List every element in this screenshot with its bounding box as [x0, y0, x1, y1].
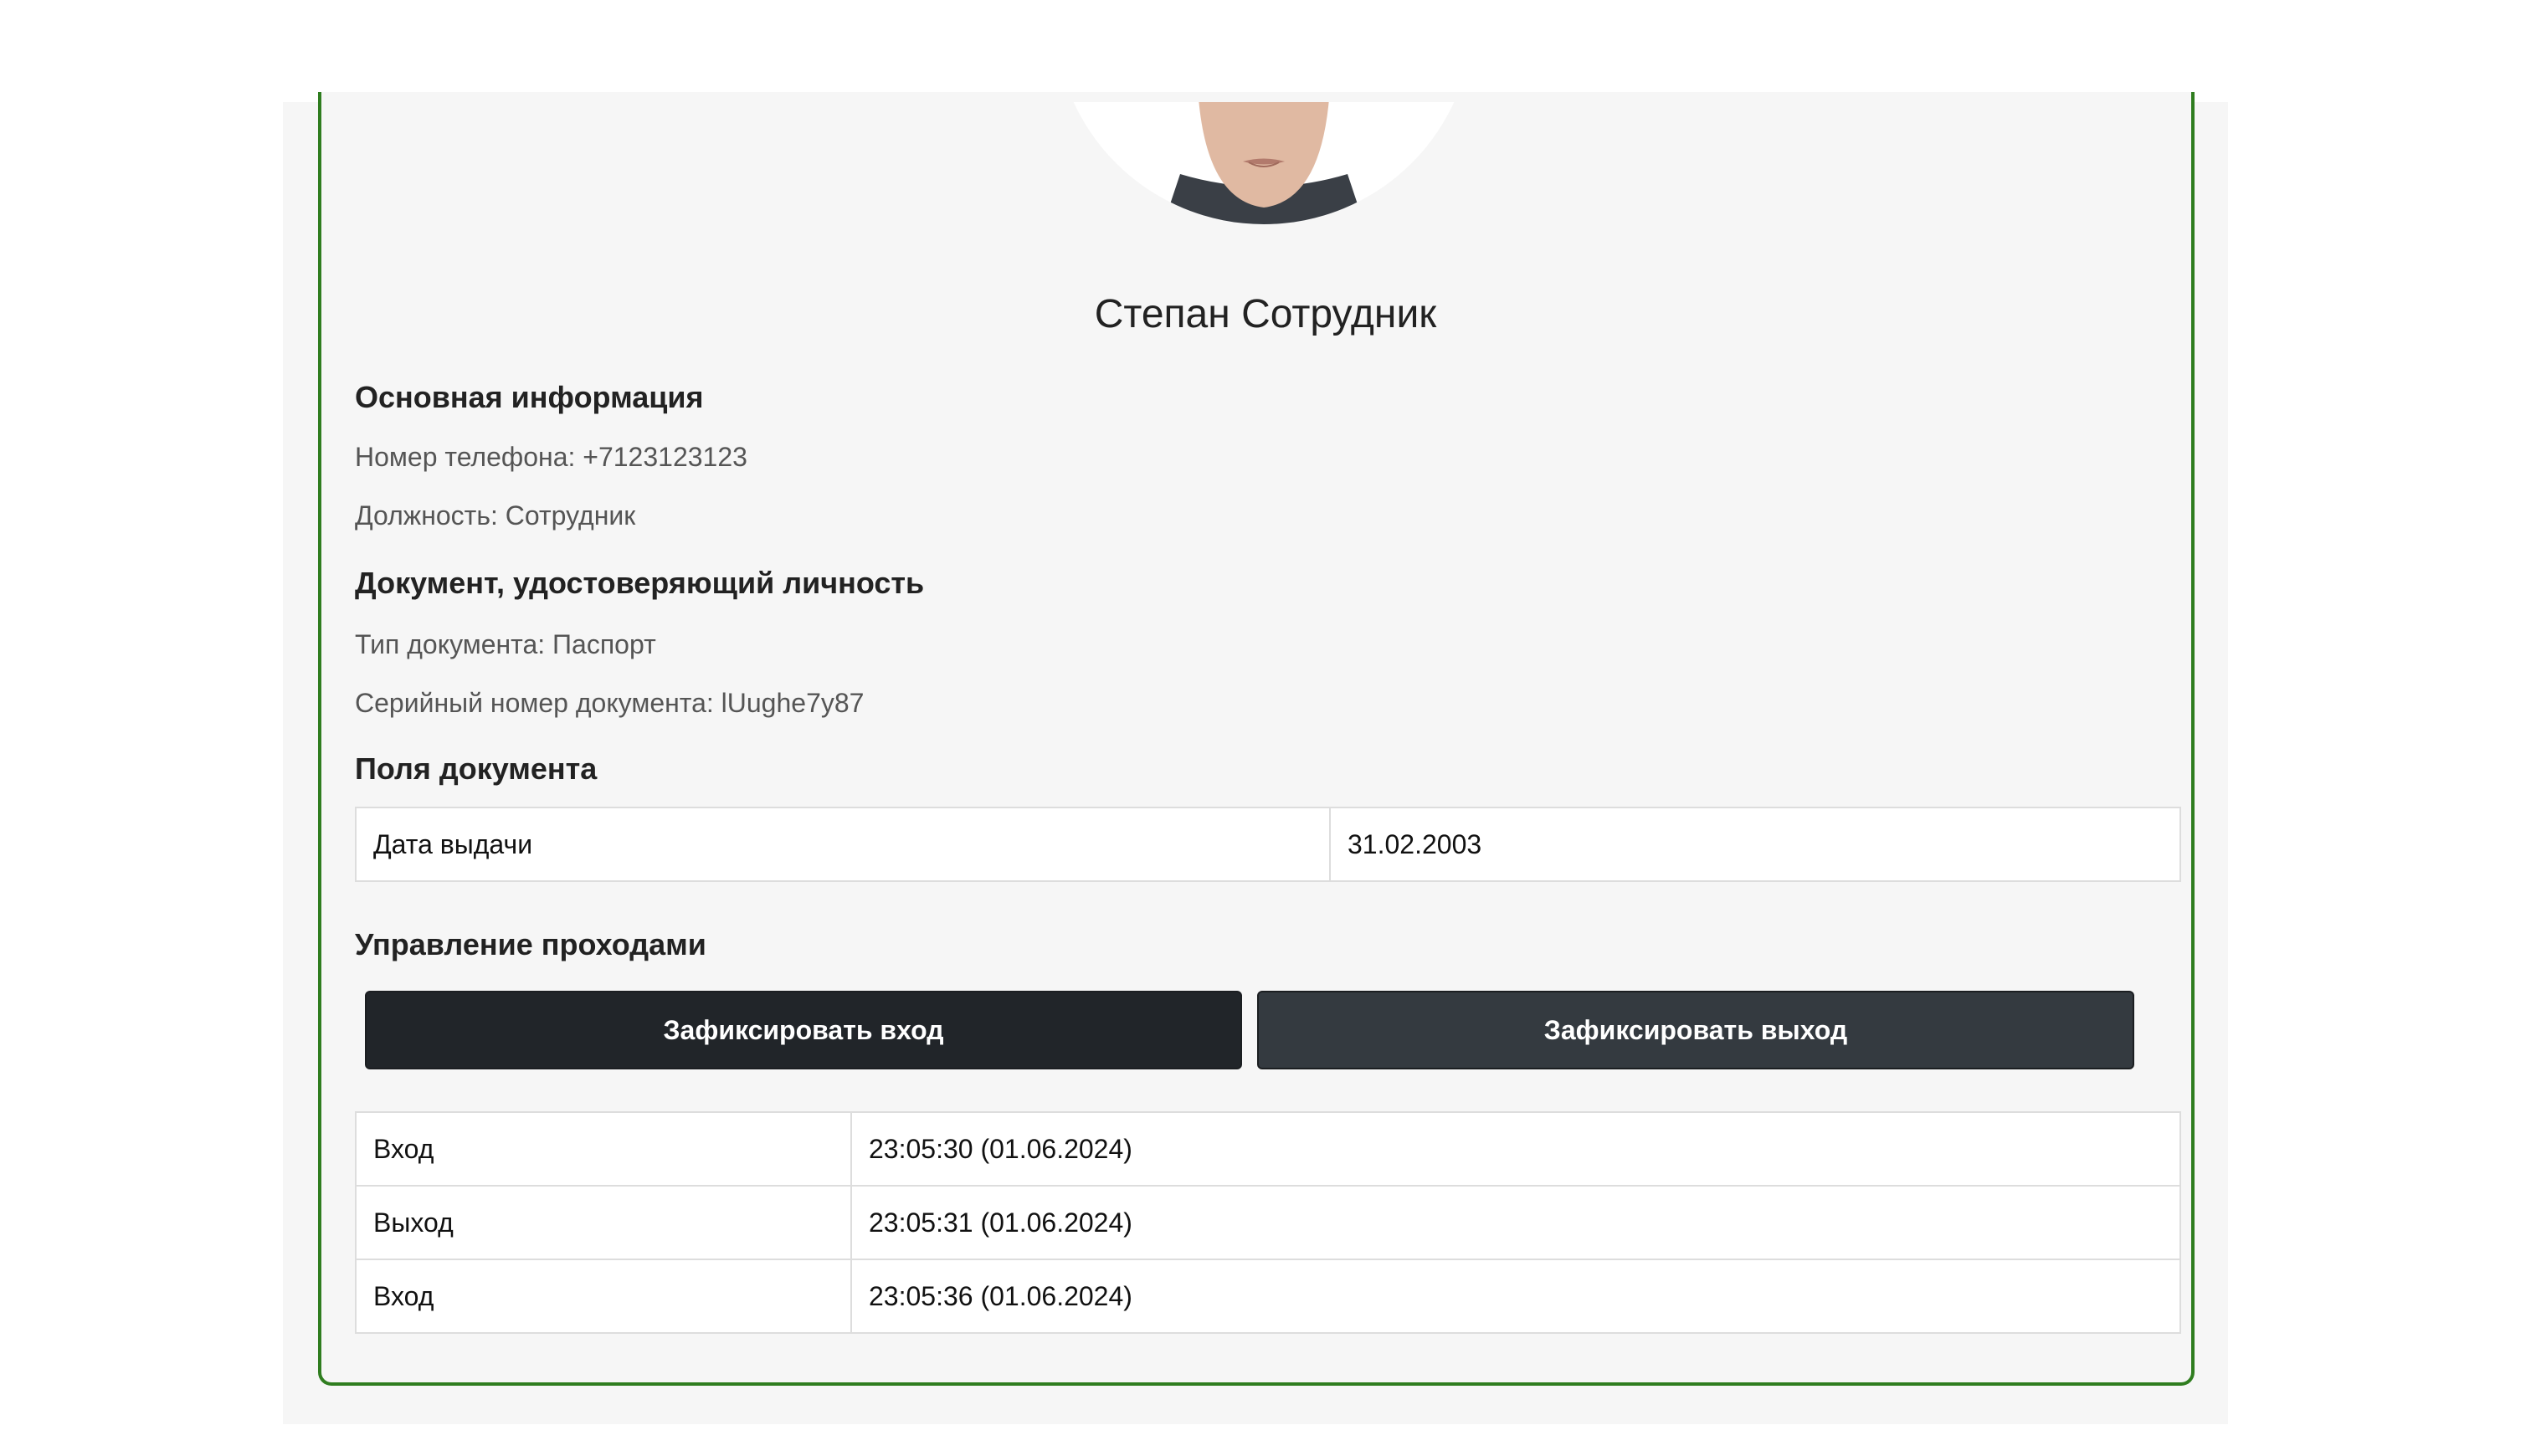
log-type: Выход [355, 1185, 852, 1260]
log-type: Вход [355, 1259, 852, 1334]
section-document-fields: Поля документа [355, 751, 598, 786]
check-in-button[interactable]: Зафиксировать вход [365, 991, 1242, 1069]
field-label: Дата выдачи [355, 807, 1331, 882]
document-type: Тип документа: Паспорт [355, 629, 656, 659]
section-id-document: Документ, удостоверяющий личность [355, 566, 925, 600]
section-basic-info: Основная информация [355, 380, 704, 414]
table-row: Выход 23:05:31 (01.06.2024) [355, 1185, 2181, 1260]
access-log-table: Вход 23:05:30 (01.06.2024) Выход 23:05:3… [355, 1111, 2181, 1334]
document-serial: Серийный номер документа: lUughe7y87 [355, 688, 865, 718]
avatar-photo [1055, 102, 1473, 224]
phone-number: Номер телефона: +7123123123 [355, 442, 747, 472]
table-row: Дата выдачи 31.02.2003 [355, 807, 2181, 882]
table-row: Вход 23:05:30 (01.06.2024) [355, 1111, 2181, 1187]
log-time: 23:05:31 (01.06.2024) [850, 1185, 2181, 1260]
document-fields-table: Дата выдачи 31.02.2003 [355, 807, 2181, 882]
field-value: 31.02.2003 [1329, 807, 2181, 882]
log-type: Вход [355, 1111, 852, 1187]
check-out-button[interactable]: Зафиксировать выход [1257, 991, 2134, 1069]
table-row: Вход 23:05:36 (01.06.2024) [355, 1259, 2181, 1334]
section-access-control: Управление проходами [355, 927, 706, 961]
employee-name: Степан Сотрудник [1094, 292, 1437, 336]
log-time: 23:05:36 (01.06.2024) [850, 1259, 2181, 1334]
log-time: 23:05:30 (01.06.2024) [850, 1111, 2181, 1187]
position: Должность: Сотрудник [355, 500, 636, 531]
avatar [1055, 102, 1473, 224]
